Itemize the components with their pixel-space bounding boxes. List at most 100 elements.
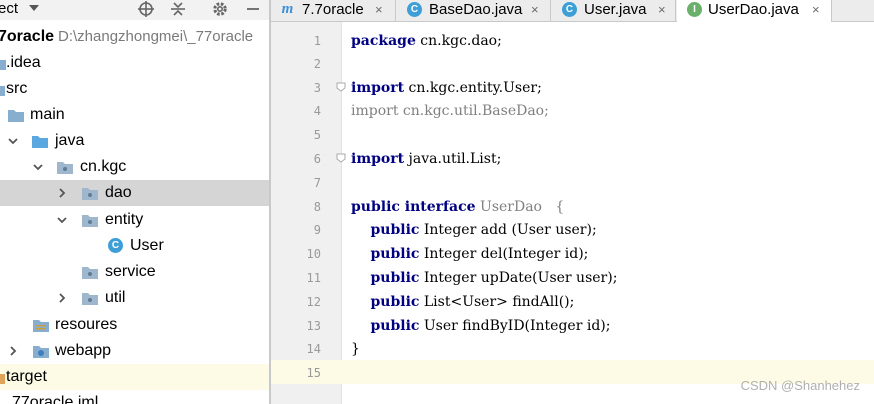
code-text: cn.kgc.dao; [415,33,502,49]
tree-item-label: resoures [55,316,118,333]
tab-7-7oracle[interactable]: m 7.7oracle × [271,0,396,21]
code-keyword: public [351,246,420,262]
code-text: } [351,341,360,357]
tree-row-dao[interactable]: dao [0,180,270,206]
folder-icon [0,374,5,384]
code-text: Integer del(Integer id); [419,246,589,262]
tree-row-util[interactable]: util [0,285,270,311]
project-panel-header: ect [0,0,270,20]
code-text: UserDao { [475,199,565,215]
fold-marker-icon[interactable] [336,82,346,92]
tree-row-resoures[interactable]: resoures [0,312,270,338]
line-number: 8 [313,200,321,214]
tree-row-user[interactable]: C User [0,233,270,259]
tree-row-service[interactable]: service [0,259,270,285]
line-number: 4 [313,104,321,118]
close-icon[interactable]: × [812,0,820,19]
package-icon [82,215,98,227]
resources-folder-icon [33,320,49,332]
tree-item-label: .idea [6,54,41,71]
tab-userdao[interactable]: I UserDao.java × [677,0,832,22]
code-line[interactable]: import java.util.List; [351,147,501,171]
line-number: 9 [313,223,321,237]
tab-label: UserDao.java [708,1,799,18]
chevron-down-icon[interactable] [29,5,39,11]
close-icon[interactable]: × [658,0,666,19]
tree-row-src[interactable]: src [0,76,270,102]
class-c-icon: C [407,2,422,17]
tree-item-label: dao [105,184,132,201]
tree-item-label: target [6,368,47,385]
tree-item-label: entity [105,211,144,228]
tab-label: 7.7oracle [302,1,364,18]
code-text: Integer add (User user); [419,222,597,238]
code-line[interactable]: } [351,337,360,361]
folder-icon [8,110,24,122]
code-line[interactable]: public interface UserDao { [351,195,564,219]
line-number: 13 [306,319,321,333]
tree-row-root[interactable]: 7oracle D:\zhangzhongmei\_77oracle [0,24,270,50]
tab-label: BaseDao.java [429,1,523,18]
chevron-down-icon[interactable] [8,136,18,146]
editor-tab-bar: m 7.7oracle × C BaseDao.java × C User.ja… [271,0,874,22]
interface-i-icon: I [687,2,702,17]
tree-row-java[interactable]: java [0,128,270,154]
chevron-right-icon[interactable] [8,346,18,356]
tree-item-label: src [6,80,28,97]
collapse-all-icon[interactable] [168,0,188,18]
project-tool-window: ect 7oracle D:\zhangzhongmei\_77oracle .… [0,0,270,404]
code-text: java.util.List; [404,151,502,167]
code-keyword: import [351,151,405,167]
project-panel-title[interactable]: ect [0,0,18,18]
tree-row-idea[interactable]: .idea [0,50,270,76]
code-line-unused-import[interactable]: import cn.kgc.util.BaseDao; [351,99,549,123]
line-number: 10 [306,247,321,261]
fold-marker-icon[interactable] [336,153,346,163]
tree-row-iml[interactable]: 77oracle.iml [0,390,270,404]
line-number: 14 [306,342,321,356]
code-line[interactable]: package cn.kgc.dao; [351,29,502,53]
tree-item-label: User [130,237,164,254]
code-line[interactable]: public User findByID(Integer id); [351,314,610,338]
code-text: Integer upDate(User user); [419,270,618,286]
chevron-down-icon[interactable] [57,215,67,225]
class-c-icon: C [108,238,123,253]
close-icon[interactable]: × [375,0,383,19]
chevron-right-icon[interactable] [57,293,67,303]
code-keyword: public [351,294,420,310]
code-keyword: public [351,318,420,334]
line-number: 15 [306,366,321,380]
package-icon [82,267,98,279]
chevron-right-icon[interactable] [57,188,67,198]
gear-icon[interactable] [210,0,230,18]
chevron-down-icon[interactable] [33,162,43,172]
code-keyword: public [351,270,420,286]
line-number: 6 [313,152,321,166]
code-line[interactable]: import cn.kgc.entity.User; [351,76,542,100]
code-line[interactable]: public List<User> findAll(); [351,290,574,314]
crosshair-locate-icon[interactable] [136,0,156,18]
tree-row-main[interactable]: main [0,102,270,128]
code-line[interactable]: public Integer add (User user); [351,218,597,242]
source-folder-icon [32,136,48,148]
tree-item-path: D:\zhangzhongmei\_77oracle [58,28,254,45]
tab-user[interactable]: C User.java × [552,0,676,21]
line-number: 1 [313,34,321,48]
code-text: User findByID(Integer id); [419,318,611,334]
tree-row-cn-kgc[interactable]: cn.kgc [0,154,270,180]
code-line[interactable]: public Integer upDate(User user); [351,266,617,290]
package-icon [57,162,73,174]
code-line[interactable]: public Integer del(Integer id); [351,242,588,266]
web-folder-icon [33,346,49,358]
tab-basedao[interactable]: C BaseDao.java × [397,0,551,21]
tree-row-entity[interactable]: entity [0,207,270,233]
class-c-icon: C [562,2,577,17]
line-number: 7 [313,176,321,190]
tree-row-target[interactable]: target [0,364,270,390]
tree-row-webapp[interactable]: webapp [0,338,270,364]
tab-label: User.java [584,1,647,18]
line-number: 12 [306,295,321,309]
hide-panel-icon[interactable] [243,0,263,18]
close-icon[interactable]: × [531,0,539,19]
tree-item-label: 7oracle [0,28,55,45]
